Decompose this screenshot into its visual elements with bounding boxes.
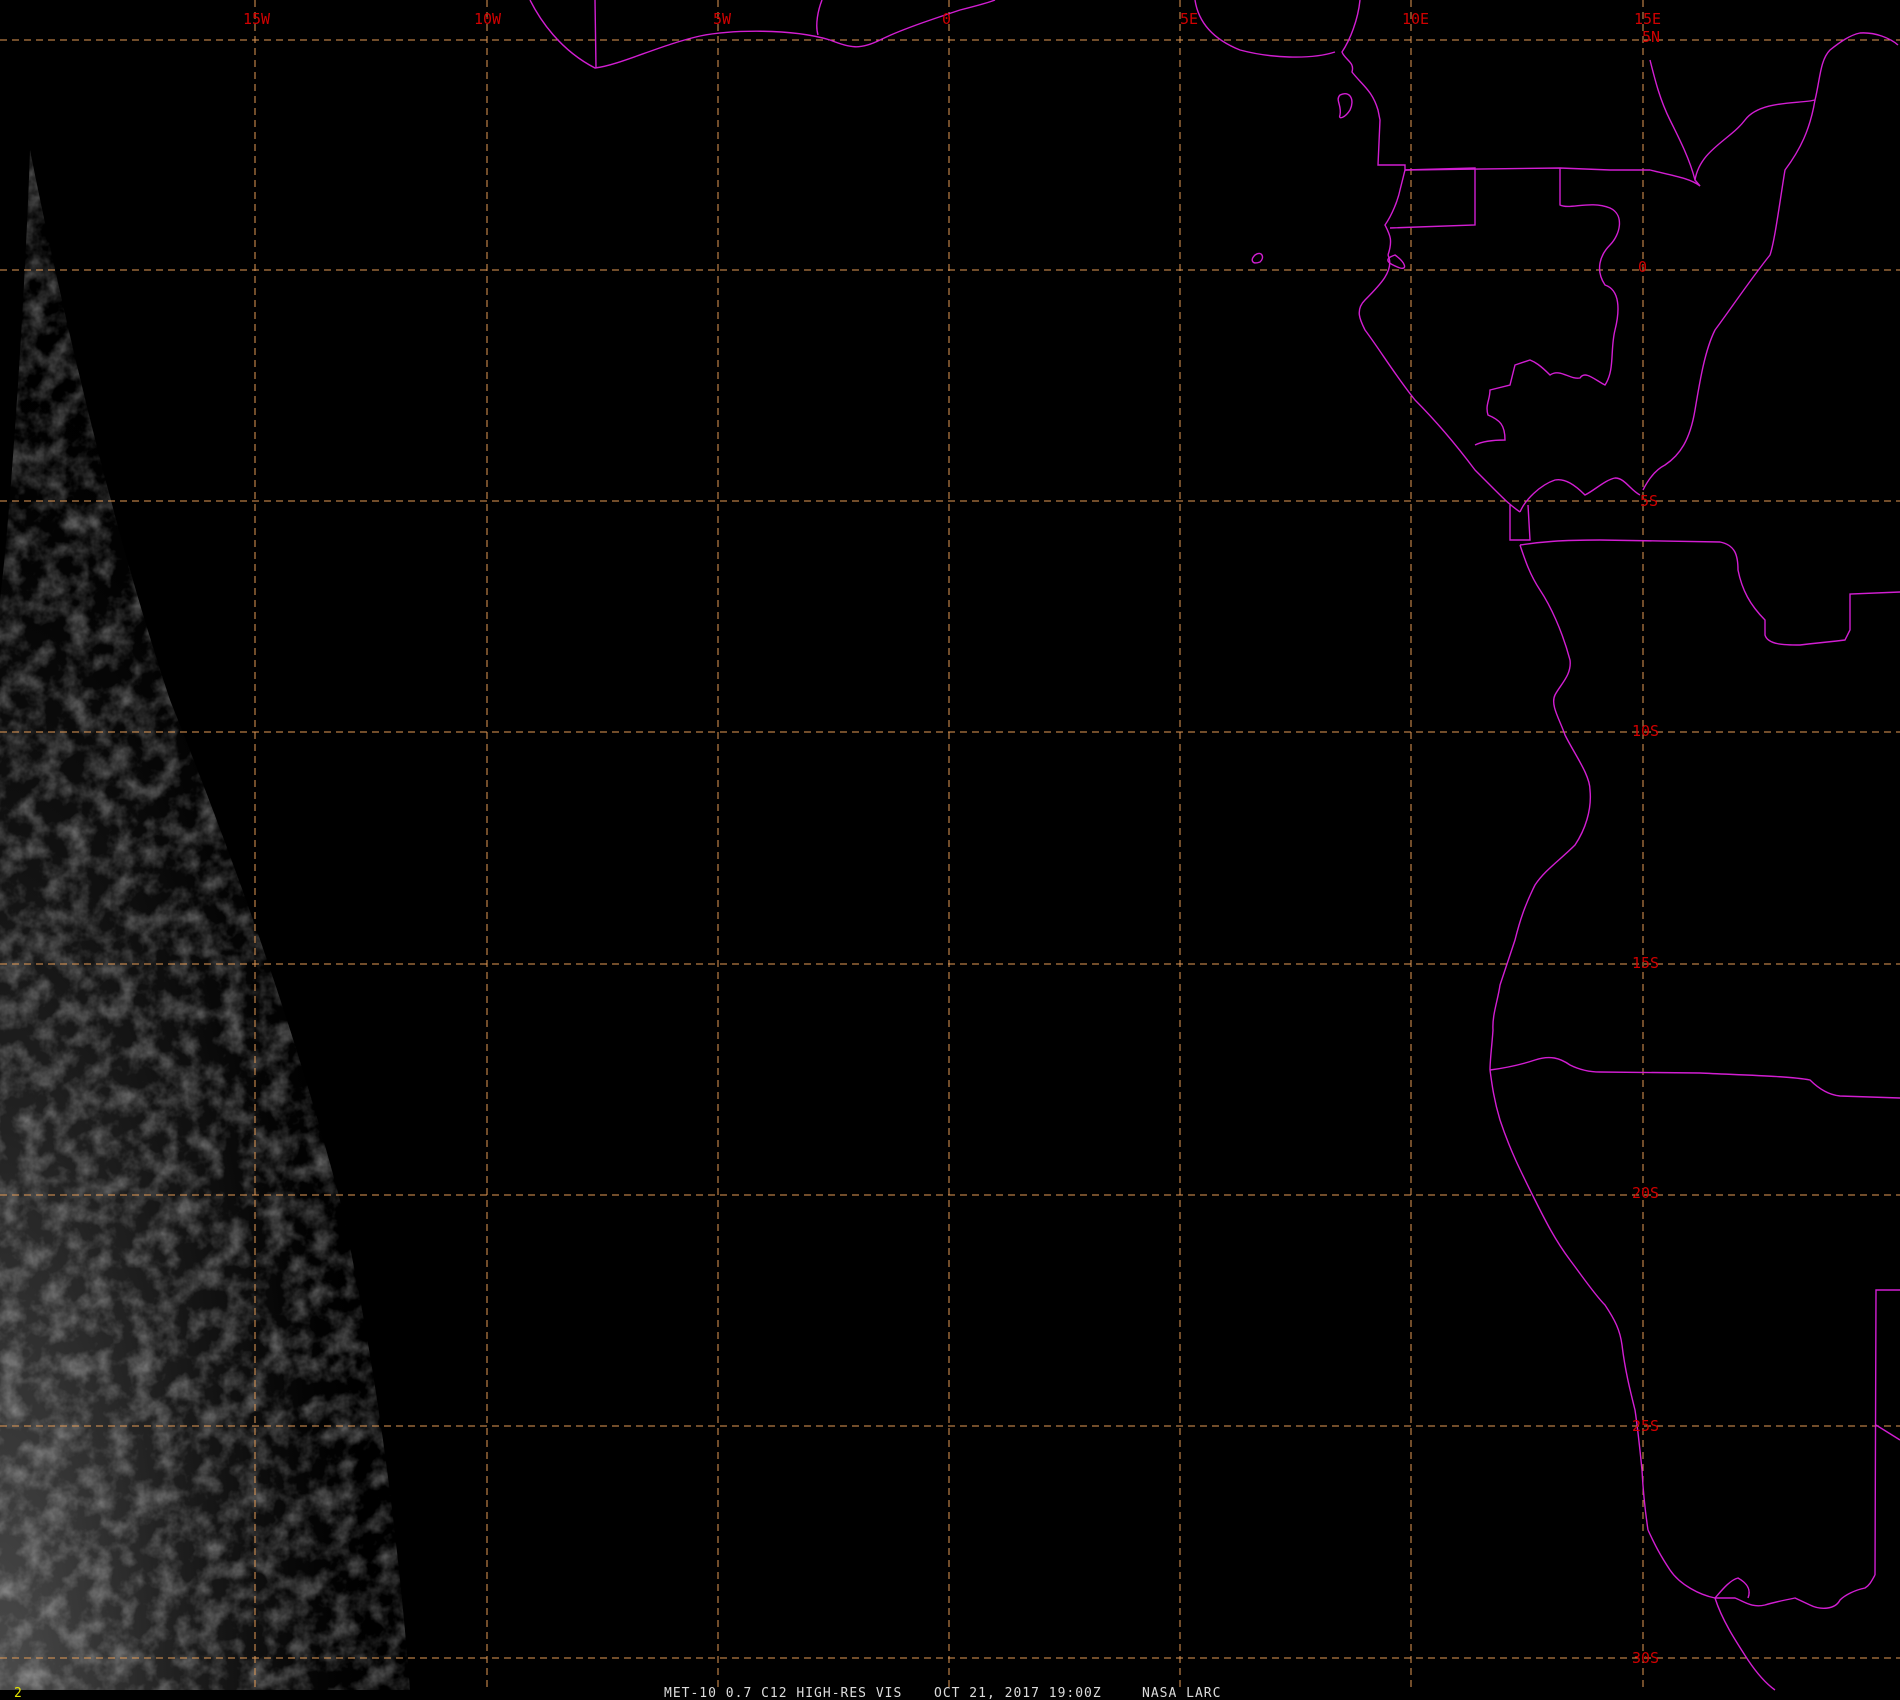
coast-segment [594, 0, 597, 69]
coastline-and-borders [529, 0, 1900, 1691]
drc-angola-border [1519, 539, 1900, 646]
frame-number: 2 [14, 1686, 22, 1700]
small-island [1251, 252, 1264, 264]
lon-label-5w: 5W [713, 10, 732, 28]
congo-river-border [1642, 99, 1816, 491]
lon-label-0: 0 [942, 10, 951, 28]
lat-label-5n: 5N [1642, 28, 1660, 46]
gulf-of-guinea-coast [529, 0, 996, 69]
bioko-island [1337, 93, 1353, 119]
cabinda-box [1509, 504, 1531, 541]
map-canvas: 15W 10W 5W 0 5E 10E 15E 5N 0 5S 10S 15S … [0, 0, 1900, 1700]
angola-coast [1489, 544, 1592, 1071]
congo-inner-border [1649, 59, 1696, 181]
timestamp-label: OCT 21, 2017 19:00Z [934, 1686, 1102, 1700]
gabon-coast [1358, 254, 1521, 513]
sa-west-coast [1714, 1597, 1776, 1691]
lon-label-15w: 15W [243, 10, 271, 28]
angola-namibia-border [1489, 1056, 1900, 1099]
lat-label-15s: 15S [1632, 954, 1659, 972]
south-africa-coast [1714, 1577, 1750, 1599]
lat-label-10s: 10S [1632, 722, 1659, 740]
lat-label-0: 0 [1638, 258, 1647, 276]
product-label: MET-10 0.7 C12 HIGH-RES VIS [664, 1686, 902, 1700]
cameroon-south-border [1404, 167, 1701, 187]
botswana-border [1875, 1424, 1900, 1441]
namibia-coast [1489, 1069, 1649, 1531]
lat-label-30s: 30S [1632, 1649, 1659, 1667]
lon-label-10w: 10W [474, 10, 502, 28]
lat-label-20s: 20S [1632, 1184, 1659, 1202]
orange-river [1647, 1529, 1876, 1609]
cameroon-coast [1341, 0, 1406, 256]
cabinda [1519, 477, 1641, 513]
lat-label-5s: 5S [1640, 492, 1658, 510]
lon-label-15e: 15E [1634, 10, 1661, 28]
lon-label-5e: 5E [1180, 10, 1198, 28]
satellite-map-viewer: 15W 10W 5W 0 5E 10E 15E 5N 0 5S 10S 15S … [0, 0, 1900, 1700]
gabon-border [1474, 168, 1621, 446]
latitude-labels: 5N 0 5S 10S 15S 20S 25S 30S [1632, 28, 1660, 1667]
coast-segment [816, 0, 823, 36]
source-label: NASA LARC [1142, 1686, 1221, 1700]
congo-border [1694, 32, 1899, 187]
lon-label-10e: 10E [1402, 10, 1429, 28]
coast-segment [1194, 0, 1336, 58]
cloud-imagery-layer [0, 150, 410, 1690]
lat-label-25s: 25S [1632, 1417, 1659, 1435]
